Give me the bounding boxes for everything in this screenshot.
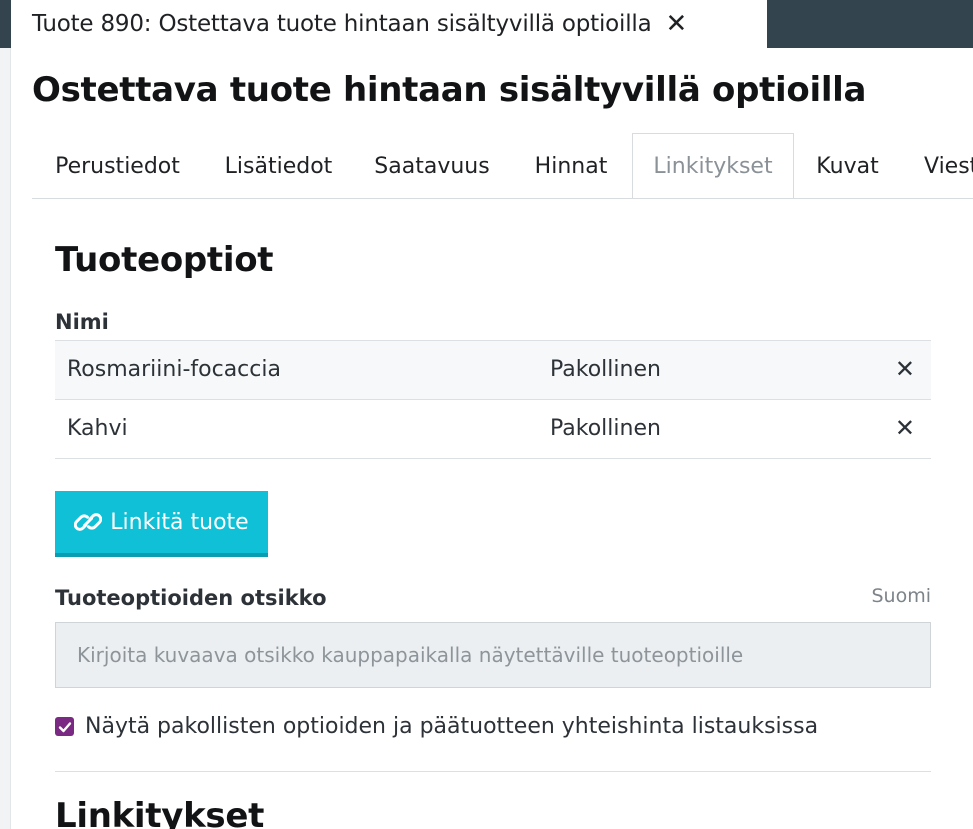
window-tab[interactable]: Tuote 890: Ostettava tuote hintaan sisäl… (11, 0, 767, 48)
link-icon (74, 513, 103, 531)
checkmark-icon (58, 721, 71, 732)
option-required-status: Pakollinen (550, 357, 661, 382)
tab-linkitykset[interactable]: Linkitykset (632, 133, 794, 198)
option-name: Kahvi (67, 416, 128, 441)
links-section-title: Linkitykset (55, 796, 265, 829)
options-heading-input[interactable] (55, 622, 931, 688)
table-row: Kahvi Pakollinen ✕ (55, 400, 931, 459)
tab-lisatiedot[interactable]: Lisätiedot (203, 133, 354, 198)
link-product-button-label: Linkitä tuote (110, 509, 249, 535)
product-options-title: Tuoteoptiot (55, 240, 274, 280)
remove-option-icon[interactable]: ✕ (895, 355, 915, 383)
option-name: Rosmariini-focaccia (67, 357, 281, 382)
column-header-name: Nimi (55, 310, 109, 334)
section-divider (55, 771, 931, 772)
option-required-status: Pakollinen (550, 416, 661, 441)
table-row: Rosmariini-focaccia Pakollinen ✕ (55, 341, 931, 400)
options-heading-label: Tuoteoptioiden otsikko (55, 586, 327, 610)
show-total-price-checkbox[interactable] (55, 717, 74, 736)
tab-kuvat[interactable]: Kuvat (794, 133, 901, 198)
tab-perustiedot[interactable]: Perustiedot (32, 133, 203, 198)
product-options-table: Rosmariini-focaccia Pakollinen ✕ Kahvi P… (55, 340, 931, 459)
page-title: Ostettava tuote hintaan sisältyvillä opt… (32, 70, 867, 110)
left-gutter (0, 0, 11, 829)
tab-bar: Perustiedot Lisätiedot Saatavuus Hinnat … (32, 133, 973, 199)
tab-hinnat[interactable]: Hinnat (510, 133, 632, 198)
remove-option-icon[interactable]: ✕ (895, 414, 915, 442)
language-selector[interactable]: Suomi (871, 585, 931, 607)
link-product-button[interactable]: Linkitä tuote (55, 491, 268, 557)
tab-viesti[interactable]: Viesti (901, 133, 973, 198)
tab-saatavuus[interactable]: Saatavuus (354, 133, 510, 198)
window-tab-title: Tuote 890: Ostettava tuote hintaan sisäl… (32, 11, 652, 37)
show-total-price-label: Näytä pakollisten optioiden ja päätuotte… (85, 714, 819, 739)
close-icon[interactable]: ✕ (666, 11, 688, 37)
show-total-price-option: Näytä pakollisten optioiden ja päätuotte… (55, 714, 818, 739)
